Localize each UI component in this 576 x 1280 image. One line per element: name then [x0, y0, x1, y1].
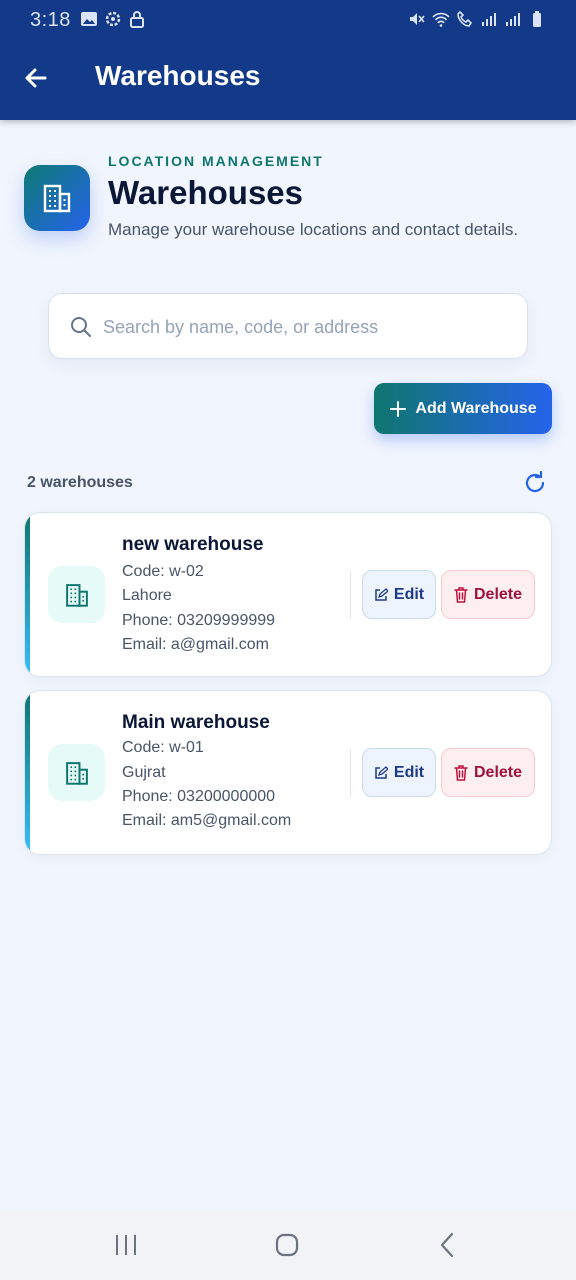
building-icon [65, 583, 88, 607]
edit-label: Edit [393, 585, 425, 603]
warehouse-phone: Phone: 03209999999 [122, 612, 276, 629]
warehouse-card: Main warehouse Code: w-01 Gujrat Phone: … [24, 690, 552, 855]
warehouse-address: Gujrat [122, 764, 166, 781]
trash-icon [454, 764, 468, 781]
edit-label: Edit [393, 763, 425, 781]
card-divider [350, 749, 351, 797]
warehouse-email: Email: a@gmail.com [122, 636, 269, 653]
card-building-badge [48, 566, 105, 623]
page-subtitle: Manage your warehouse locations and cont… [108, 220, 519, 239]
status-right-icons [408, 10, 546, 28]
status-bar: 3:18 [0, 0, 576, 40]
delete-button[interactable]: Delete [441, 570, 535, 619]
plus-icon [390, 400, 407, 417]
add-warehouse-button[interactable]: Add Warehouse [374, 383, 552, 434]
section-eyebrow: LOCATION MANAGEMENT [108, 153, 324, 169]
warehouse-count: 2 warehouses [27, 474, 133, 491]
chevron-left-icon [440, 1232, 454, 1258]
hero-building-badge [24, 165, 90, 231]
edit-icon [375, 765, 388, 779]
settings-icon [105, 11, 121, 27]
edit-button[interactable]: Edit [362, 570, 436, 619]
warehouse-phone: Phone: 03200000000 [122, 788, 276, 805]
card-accent-stripe [25, 691, 30, 854]
edit-button[interactable]: Edit [362, 748, 436, 797]
building-icon [43, 184, 71, 213]
arrow-left-icon [25, 68, 47, 88]
card-divider [350, 571, 351, 619]
card-accent-stripe [25, 513, 30, 676]
page-title: Warehouses [108, 174, 304, 211]
delete-label: Delete [473, 763, 523, 781]
refresh-button[interactable] [522, 470, 548, 496]
signal-icon-2 [506, 13, 520, 26]
add-warehouse-label: Add Warehouse [415, 399, 537, 417]
warehouse-name: Main warehouse [122, 712, 270, 733]
delete-label: Delete [473, 585, 523, 603]
signal-icon [482, 13, 496, 26]
status-left-icons [80, 10, 146, 28]
recent-apps-button[interactable] [106, 1230, 146, 1260]
building-icon [65, 761, 88, 785]
image-icon [81, 12, 97, 26]
card-building-badge [48, 744, 105, 801]
edit-icon [375, 587, 388, 601]
battery-icon [533, 11, 541, 27]
refresh-icon [525, 470, 545, 493]
warehouse-name: new warehouse [122, 534, 264, 555]
status-time: 3:18 [30, 9, 71, 31]
lock-icon [130, 11, 144, 28]
warehouse-code: Code: w-02 [122, 563, 204, 580]
warehouse-card: new warehouse Code: w-02 Lahore Phone: 0… [24, 512, 552, 677]
system-nav-bar [0, 1210, 576, 1280]
back-button[interactable] [20, 62, 52, 94]
warehouse-email: Email: am5@gmail.com [122, 812, 292, 829]
call-icon [457, 10, 473, 27]
home-icon [275, 1233, 299, 1257]
back-nav-button[interactable] [428, 1230, 468, 1260]
app-bar-title: Warehouses [95, 60, 261, 91]
trash-icon [454, 586, 468, 603]
wifi-icon [432, 12, 450, 27]
warehouse-address: Lahore [122, 587, 172, 604]
app-bar: 3:18 Warehouses [0, 0, 576, 120]
home-button[interactable] [267, 1230, 307, 1260]
warehouse-code: Code: w-01 [122, 739, 204, 756]
search-box [48, 293, 528, 359]
mute-icon [410, 13, 425, 25]
recent-apps-icon [116, 1235, 136, 1255]
search-input[interactable] [103, 308, 503, 346]
delete-button[interactable]: Delete [441, 748, 535, 797]
search-icon [71, 317, 91, 337]
